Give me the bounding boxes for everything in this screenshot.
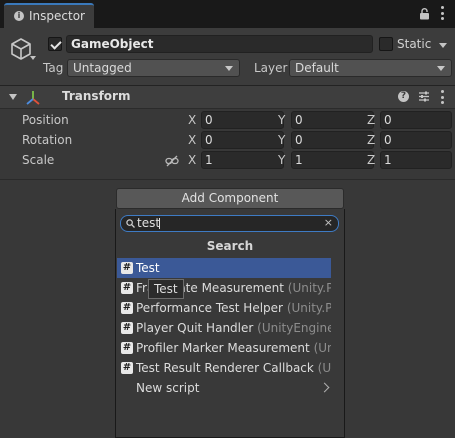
list-item[interactable]: # Profiler Marker Measurement (Unity.P — [117, 338, 331, 358]
axis-x-label: X — [188, 113, 197, 127]
component-divider — [0, 179, 455, 180]
tab-menu-icon[interactable] — [440, 6, 444, 20]
position-x-field[interactable]: 0 — [201, 111, 284, 129]
chevron-down-icon — [225, 66, 233, 71]
presets-icon[interactable] — [418, 90, 430, 103]
scale-label: Scale — [22, 153, 55, 167]
tab-bar: i Inspector — [0, 0, 455, 28]
item-name: Test — [136, 261, 160, 275]
axis-x-label: X — [188, 153, 197, 167]
rotation-y-field[interactable]: 0 — [291, 131, 374, 149]
position-y-field[interactable]: 0 — [291, 111, 374, 129]
lock-icon[interactable] — [419, 8, 430, 20]
icon-dropdown-arrow-icon[interactable] — [30, 56, 36, 60]
tooltip: Test — [148, 279, 184, 299]
item-namespace: (Unity.P — [313, 341, 331, 355]
add-component-popup: test × Search # Test # Framerate Measure… — [115, 209, 345, 438]
foldout-arrow-icon[interactable] — [9, 94, 17, 100]
list-item[interactable]: # Test — [117, 258, 331, 278]
axis-y-label: Y — [278, 113, 286, 127]
tab-inspector-label: Inspector — [29, 9, 85, 23]
scale-x-field[interactable]: 1 — [201, 151, 284, 169]
tab-inspector[interactable]: i Inspector — [4, 3, 94, 28]
component-title: Transform — [62, 89, 131, 103]
component-search-input[interactable]: test × — [120, 215, 339, 232]
axis-z-label: Z — [367, 133, 376, 147]
item-namespace: (Unity — [317, 361, 331, 375]
chevron-right-icon — [319, 382, 330, 393]
list-item[interactable]: # Test Result Renderer Callback (Unity — [117, 358, 331, 378]
item-namespace: (Unity.Perfo — [287, 281, 331, 295]
list-item[interactable]: # Player Quit Handler (UnityEngine.Test — [117, 318, 331, 338]
tag-label: Tag — [43, 61, 64, 75]
item-namespace: (UnityEngine.Test — [257, 321, 331, 335]
transform-header[interactable]: Transform ? — [0, 86, 455, 109]
component-menu-icon[interactable] — [440, 90, 444, 104]
static-dropdown-icon[interactable] — [439, 43, 447, 48]
item-namespace: (Unity.Perfo — [286, 301, 331, 315]
axis-y-label: Y — [278, 133, 286, 147]
chevron-down-icon — [437, 66, 445, 71]
search-query: test — [137, 216, 161, 230]
constrain-proportions-icon[interactable] — [165, 155, 179, 167]
script-icon: # — [121, 282, 133, 294]
script-icon: # — [121, 262, 133, 274]
clear-search-icon[interactable]: × — [324, 216, 333, 230]
rotation-x-field[interactable]: 0 — [201, 131, 284, 149]
static-label: Static — [397, 37, 432, 51]
item-name: Player Quit Handler — [136, 321, 254, 335]
search-icon — [126, 219, 135, 228]
layer-label: Layer — [254, 61, 288, 75]
layer-value: Default — [295, 61, 339, 75]
axis-x-label: X — [188, 133, 197, 147]
new-script-label: New script — [136, 381, 200, 395]
tag-dropdown[interactable]: Untagged — [67, 59, 240, 77]
object-name-field[interactable]: GameObject — [66, 35, 373, 53]
item-name: Test Result Renderer Callback — [136, 361, 314, 375]
active-toggle[interactable] — [48, 37, 62, 51]
rotation-label: Rotation — [22, 133, 73, 147]
new-script-item[interactable]: New script — [117, 378, 331, 398]
info-icon: i — [14, 11, 24, 21]
position-label: Position — [22, 113, 69, 127]
item-name: Performance Test Helper — [136, 301, 283, 315]
text-caret — [159, 218, 160, 229]
static-toggle[interactable] — [379, 37, 393, 51]
rotation-z-field[interactable]: 0 — [380, 131, 452, 149]
axis-y-label: Y — [278, 153, 286, 167]
search-section-title: Search — [206, 239, 254, 253]
axis-z-label: Z — [367, 113, 376, 127]
transform-icon — [26, 91, 40, 105]
tag-value: Untagged — [73, 61, 132, 75]
script-icon: # — [121, 322, 133, 334]
axis-z-label: Z — [367, 153, 376, 167]
script-icon: # — [121, 342, 133, 354]
item-name: Profiler Marker Measurement — [136, 341, 310, 355]
position-z-field[interactable]: 0 — [380, 111, 452, 129]
script-icon: # — [121, 302, 133, 314]
scale-z-field[interactable]: 1 — [380, 151, 452, 169]
help-icon[interactable]: ? — [398, 91, 409, 102]
script-icon: # — [121, 362, 133, 374]
add-component-button[interactable]: Add Component — [116, 188, 344, 209]
layer-dropdown[interactable]: Default — [289, 59, 452, 77]
list-item[interactable]: # Performance Test Helper (Unity.Perfo — [117, 298, 331, 318]
scale-y-field[interactable]: 1 — [291, 151, 374, 169]
